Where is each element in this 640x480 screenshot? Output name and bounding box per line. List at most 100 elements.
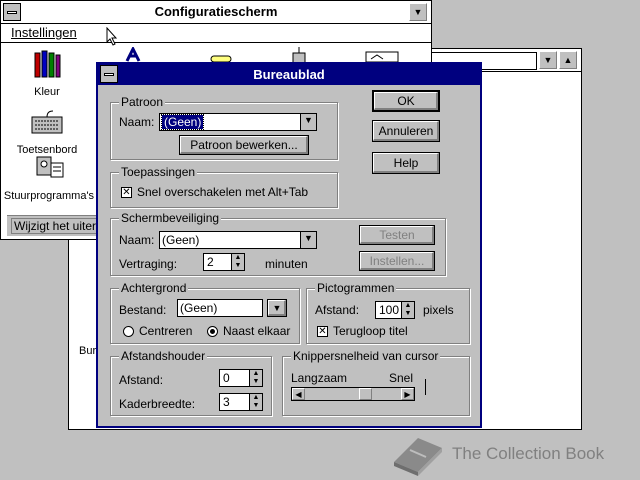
screensaver-legend: Schermbeveiliging <box>119 211 222 225</box>
border-width-spinner[interactable]: 3 ▲ ▼ <box>219 393 263 411</box>
grid-legend: Afstandshouder <box>119 349 208 363</box>
control-panel-title: Configuratiescherm <box>154 4 278 19</box>
color-icon <box>34 50 61 78</box>
keyboard-icon <box>31 110 63 134</box>
wallpaper-file-label: Bestand: <box>119 303 167 317</box>
icons-group: Pictogrammen Afstand: 100 ▲ ▼ pixels ✕ Te… <box>306 281 470 344</box>
color-icon-label: Kleur <box>34 86 60 98</box>
drivers-icon <box>36 156 64 178</box>
partial-icon-mouse[interactable] <box>289 47 309 64</box>
maximize-icon: ▲ <box>563 55 573 65</box>
applications-group: Toepassingen ✕ Snel overschakelen met Al… <box>110 165 338 208</box>
pattern-name-value: (Geen) <box>160 114 205 130</box>
spinner-arrows-icon[interactable]: ▲ ▼ <box>249 370 262 386</box>
test-button-label: Testen <box>379 228 415 242</box>
system-menu-button[interactable] <box>3 3 21 21</box>
arrow-right-icon[interactable]: ▶ <box>401 388 414 400</box>
minimize-button[interactable]: ▼ <box>409 3 427 21</box>
slow-label: Langzaam <box>291 371 348 385</box>
control-panel-icon-drivers[interactable]: Stuurprogramma's <box>3 151 95 202</box>
center-radio[interactable] <box>123 326 134 337</box>
wallpaper-file-value: (Geen) <box>180 301 218 315</box>
cancel-button-label: Annuleren <box>378 124 434 138</box>
chevron-down-icon: ▼ <box>543 55 553 65</box>
control-panel-icon-keyboard[interactable]: Toetsenbord <box>7 105 87 156</box>
border-width-label: Kaderbreedte: <box>119 397 196 411</box>
control-panel-icon-color[interactable]: Kleur <box>17 47 77 98</box>
screensaver-name-label: Naam: <box>119 233 155 247</box>
control-panel-titlebar: Configuratiescherm ▼ <box>1 1 431 24</box>
wallpaper-legend: Achtergrond <box>119 281 189 295</box>
wallpaper-file-combo[interactable]: (Geen) <box>177 299 263 317</box>
menu-instellingen[interactable]: Instellingen <box>11 25 77 40</box>
fast-label: Snel <box>389 371 414 385</box>
grid-spacing-value: 0 <box>223 371 230 385</box>
pattern-group: Patroon Naam: (Geen) ▼ Patroon bewerken.… <box>110 95 338 160</box>
edit-pattern-label: Patroon bewerken... <box>190 138 298 152</box>
grid-spacing-spinner[interactable]: 0 ▲ ▼ <box>219 369 263 387</box>
pattern-name-combo[interactable]: (Geen) ▼ <box>159 113 317 131</box>
pattern-legend: Patroon <box>119 95 166 109</box>
screensaver-name-value: (Geen) <box>162 233 200 247</box>
fonts-icon <box>125 45 141 62</box>
blink-rate-slider[interactable]: ◀ ▶ <box>291 387 415 401</box>
pattern-dropdown-button[interactable]: ▼ <box>300 114 316 130</box>
icon-spacing-unit: pixels <box>423 303 454 317</box>
fast-switch-label[interactable]: Snel overschakelen met Alt+Tab <box>137 185 308 199</box>
book-icon <box>394 438 442 476</box>
spinner-arrows-icon[interactable]: ▲ ▼ <box>231 254 244 270</box>
wrap-title-label[interactable]: Terugloop titel <box>333 324 408 338</box>
watermark-text: The Collection Book <box>452 444 605 463</box>
background-maximize-button[interactable]: ▲ <box>559 51 577 69</box>
chevron-down-icon: ▼ <box>272 303 282 313</box>
menu-instellingen-label: Instellingen <box>11 25 77 40</box>
applications-legend: Toepassingen <box>119 165 198 179</box>
tile-label[interactable]: Naast elkaar <box>223 324 290 338</box>
dialog-titlebar: Bureaublad <box>98 64 480 85</box>
grid-spacing-label: Afstand: <box>119 373 164 387</box>
help-button-label: Help <box>393 156 419 170</box>
mouse-icon <box>292 47 306 64</box>
setup-button[interactable]: Instellen... <box>359 251 435 271</box>
icon-spacing-value: 100 <box>379 303 400 317</box>
cursor-blink-legend: Knippersnelheid van cursor <box>291 349 441 363</box>
spinner-arrows-icon[interactable]: ▲ ▼ <box>401 302 414 318</box>
cursor-blink-group: Knippersnelheid van cursor Langzaam Snel… <box>282 349 470 416</box>
wallpaper-group: Achtergrond Bestand: (Geen) ▼ Centreren … <box>110 281 300 344</box>
ok-button[interactable]: OK <box>372 90 440 112</box>
screensaver-dropdown-button[interactable]: ▼ <box>300 232 316 248</box>
drivers-icon-label: Stuurprogramma's <box>3 190 95 202</box>
icon-spacing-spinner[interactable]: 100 ▲ ▼ <box>375 301 415 319</box>
delay-unit: minuten <box>265 257 308 271</box>
background-dropdown-arrow[interactable]: ▼ <box>539 51 557 69</box>
wallpaper-dropdown-button[interactable]: ▼ <box>267 299 287 317</box>
tile-radio[interactable] <box>207 326 218 337</box>
screensaver-name-combo[interactable]: (Geen) ▼ <box>159 231 317 249</box>
blink-rate-thumb[interactable] <box>359 388 372 400</box>
cursor-preview <box>425 379 426 395</box>
partial-icon-fonts[interactable] <box>125 45 147 63</box>
control-panel-menubar: Instellingen <box>1 24 431 43</box>
dialog-system-menu-button[interactable] <box>100 65 118 83</box>
mouse-pointer-icon <box>106 27 118 46</box>
pattern-name-label: Naam: <box>119 115 155 129</box>
wrap-title-checkbox[interactable]: ✕ <box>317 326 328 337</box>
setup-button-label: Instellen... <box>369 254 425 268</box>
edit-pattern-button[interactable]: Patroon bewerken... <box>179 135 309 155</box>
help-button[interactable]: Help <box>372 152 440 174</box>
border-width-value: 3 <box>223 395 230 409</box>
delay-label: Vertraging: <box>119 257 178 271</box>
delay-value: 2 <box>207 255 214 269</box>
cancel-button[interactable]: Annuleren <box>372 120 440 142</box>
delay-spinner[interactable]: 2 ▲ ▼ <box>203 253 245 271</box>
center-label[interactable]: Centreren <box>139 324 192 338</box>
dialog-title: Bureaublad <box>253 67 325 82</box>
chevron-down-icon: ▼ <box>304 233 313 243</box>
fast-switch-checkbox[interactable]: ✕ <box>121 187 132 198</box>
arrow-left-icon[interactable]: ◀ <box>292 388 305 400</box>
spinner-arrows-icon[interactable]: ▲ ▼ <box>249 394 262 410</box>
watermark: The Collection Book <box>388 432 638 476</box>
ok-button-label: OK <box>397 94 415 108</box>
icon-spacing-label: Afstand: <box>315 303 360 317</box>
test-button[interactable]: Testen <box>359 225 435 245</box>
